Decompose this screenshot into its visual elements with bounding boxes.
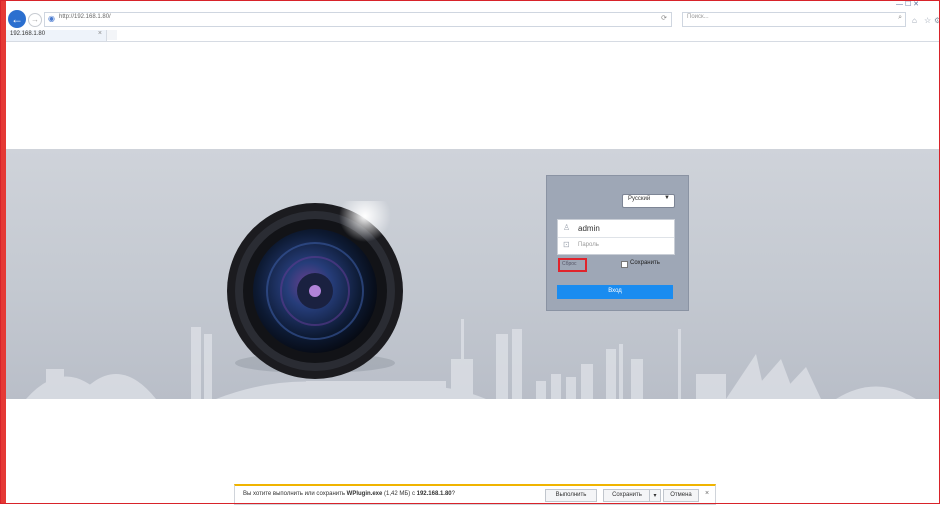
address-row: ← → ◉ http://192.168.1.80/ ⟳ Поиск... ⌕ … — [6, 8, 940, 30]
save-button[interactable]: Сохранить — [603, 489, 651, 502]
search-input[interactable]: Поиск... ⌕ — [682, 12, 906, 27]
login-button-label: Вход — [608, 288, 622, 294]
download-filename: WPlugin.exe — [346, 491, 383, 497]
left-edge-highlight — [0, 0, 6, 504]
tab-title: 192.168.1.80 — [10, 31, 46, 37]
login-panel: Русский ▼ ♙ admin ⊡ Пароль Сброс Сохрани… — [546, 175, 689, 311]
language-select[interactable]: Русский ▼ — [622, 194, 675, 208]
reset-button[interactable]: Сброс — [558, 258, 587, 272]
window-controls[interactable]: — ☐ ✕ — [896, 0, 919, 8]
arrow-left-icon: ← — [11, 12, 23, 26]
caret-down-icon: ▾ — [653, 493, 657, 499]
username-field[interactable]: ♙ admin — [558, 220, 674, 238]
new-tab-button[interactable] — [107, 30, 117, 40]
back-button[interactable]: ← — [8, 10, 26, 28]
close-icon[interactable]: × — [705, 490, 709, 497]
url-input[interactable]: ◉ http://192.168.1.80/ ⟳ — [44, 12, 672, 27]
camera-lens-illustration — [227, 201, 403, 379]
url-text: http://192.168.1.80/ — [59, 14, 111, 20]
window-titlebar: — ☐ ✕ — [6, 0, 940, 8]
login-banner: Русский ▼ ♙ admin ⊡ Пароль Сброс Сохрани… — [6, 149, 940, 399]
checkbox-icon[interactable] — [621, 261, 628, 268]
search-icon[interactable]: ⌕ — [898, 14, 902, 22]
star-icon[interactable]: ☆ — [924, 16, 931, 25]
cancel-button[interactable]: Отмена — [663, 489, 699, 502]
download-message: Вы хотите выполнить или сохранить WPlugi… — [243, 491, 455, 497]
tab-active[interactable]: 192.168.1.80 × — [6, 30, 107, 41]
tab-bar: 192.168.1.80 × — [6, 30, 940, 42]
caret-down-icon: ▼ — [664, 195, 670, 201]
remember-checkbox[interactable]: Сохранить — [621, 260, 673, 269]
user-icon: ♙ — [563, 223, 571, 232]
arrow-right-icon: → — [31, 15, 39, 24]
reset-label: Сброс — [562, 261, 577, 267]
page-icon: ◉ — [48, 14, 55, 23]
lock-icon: ⊡ — [563, 240, 570, 249]
refresh-icon[interactable]: ⟳ — [661, 14, 667, 22]
username-value: admin — [578, 224, 600, 233]
language-value: Русский — [628, 196, 651, 202]
save-options-button[interactable]: ▾ — [649, 489, 661, 502]
password-placeholder: Пароль — [578, 242, 599, 248]
search-placeholder: Поиск... — [687, 14, 709, 20]
forward-button[interactable]: → — [28, 13, 42, 27]
home-icon[interactable]: ⌂ — [912, 16, 917, 25]
close-icon[interactable]: × — [98, 30, 102, 37]
city-skyline-illustration — [26, 319, 916, 399]
credentials-box: ♙ admin ⊡ Пароль — [557, 219, 675, 255]
remember-label: Сохранить — [630, 260, 660, 266]
gear-icon[interactable]: ⚙ — [934, 16, 940, 25]
login-button[interactable]: Вход — [557, 285, 673, 299]
run-button[interactable]: Выполнить — [545, 489, 597, 502]
download-host: 192.168.1.80 — [416, 491, 452, 497]
password-field[interactable]: ⊡ Пароль — [558, 237, 674, 254]
download-notification-bar: Вы хотите выполнить или сохранить WPlugi… — [234, 484, 716, 505]
